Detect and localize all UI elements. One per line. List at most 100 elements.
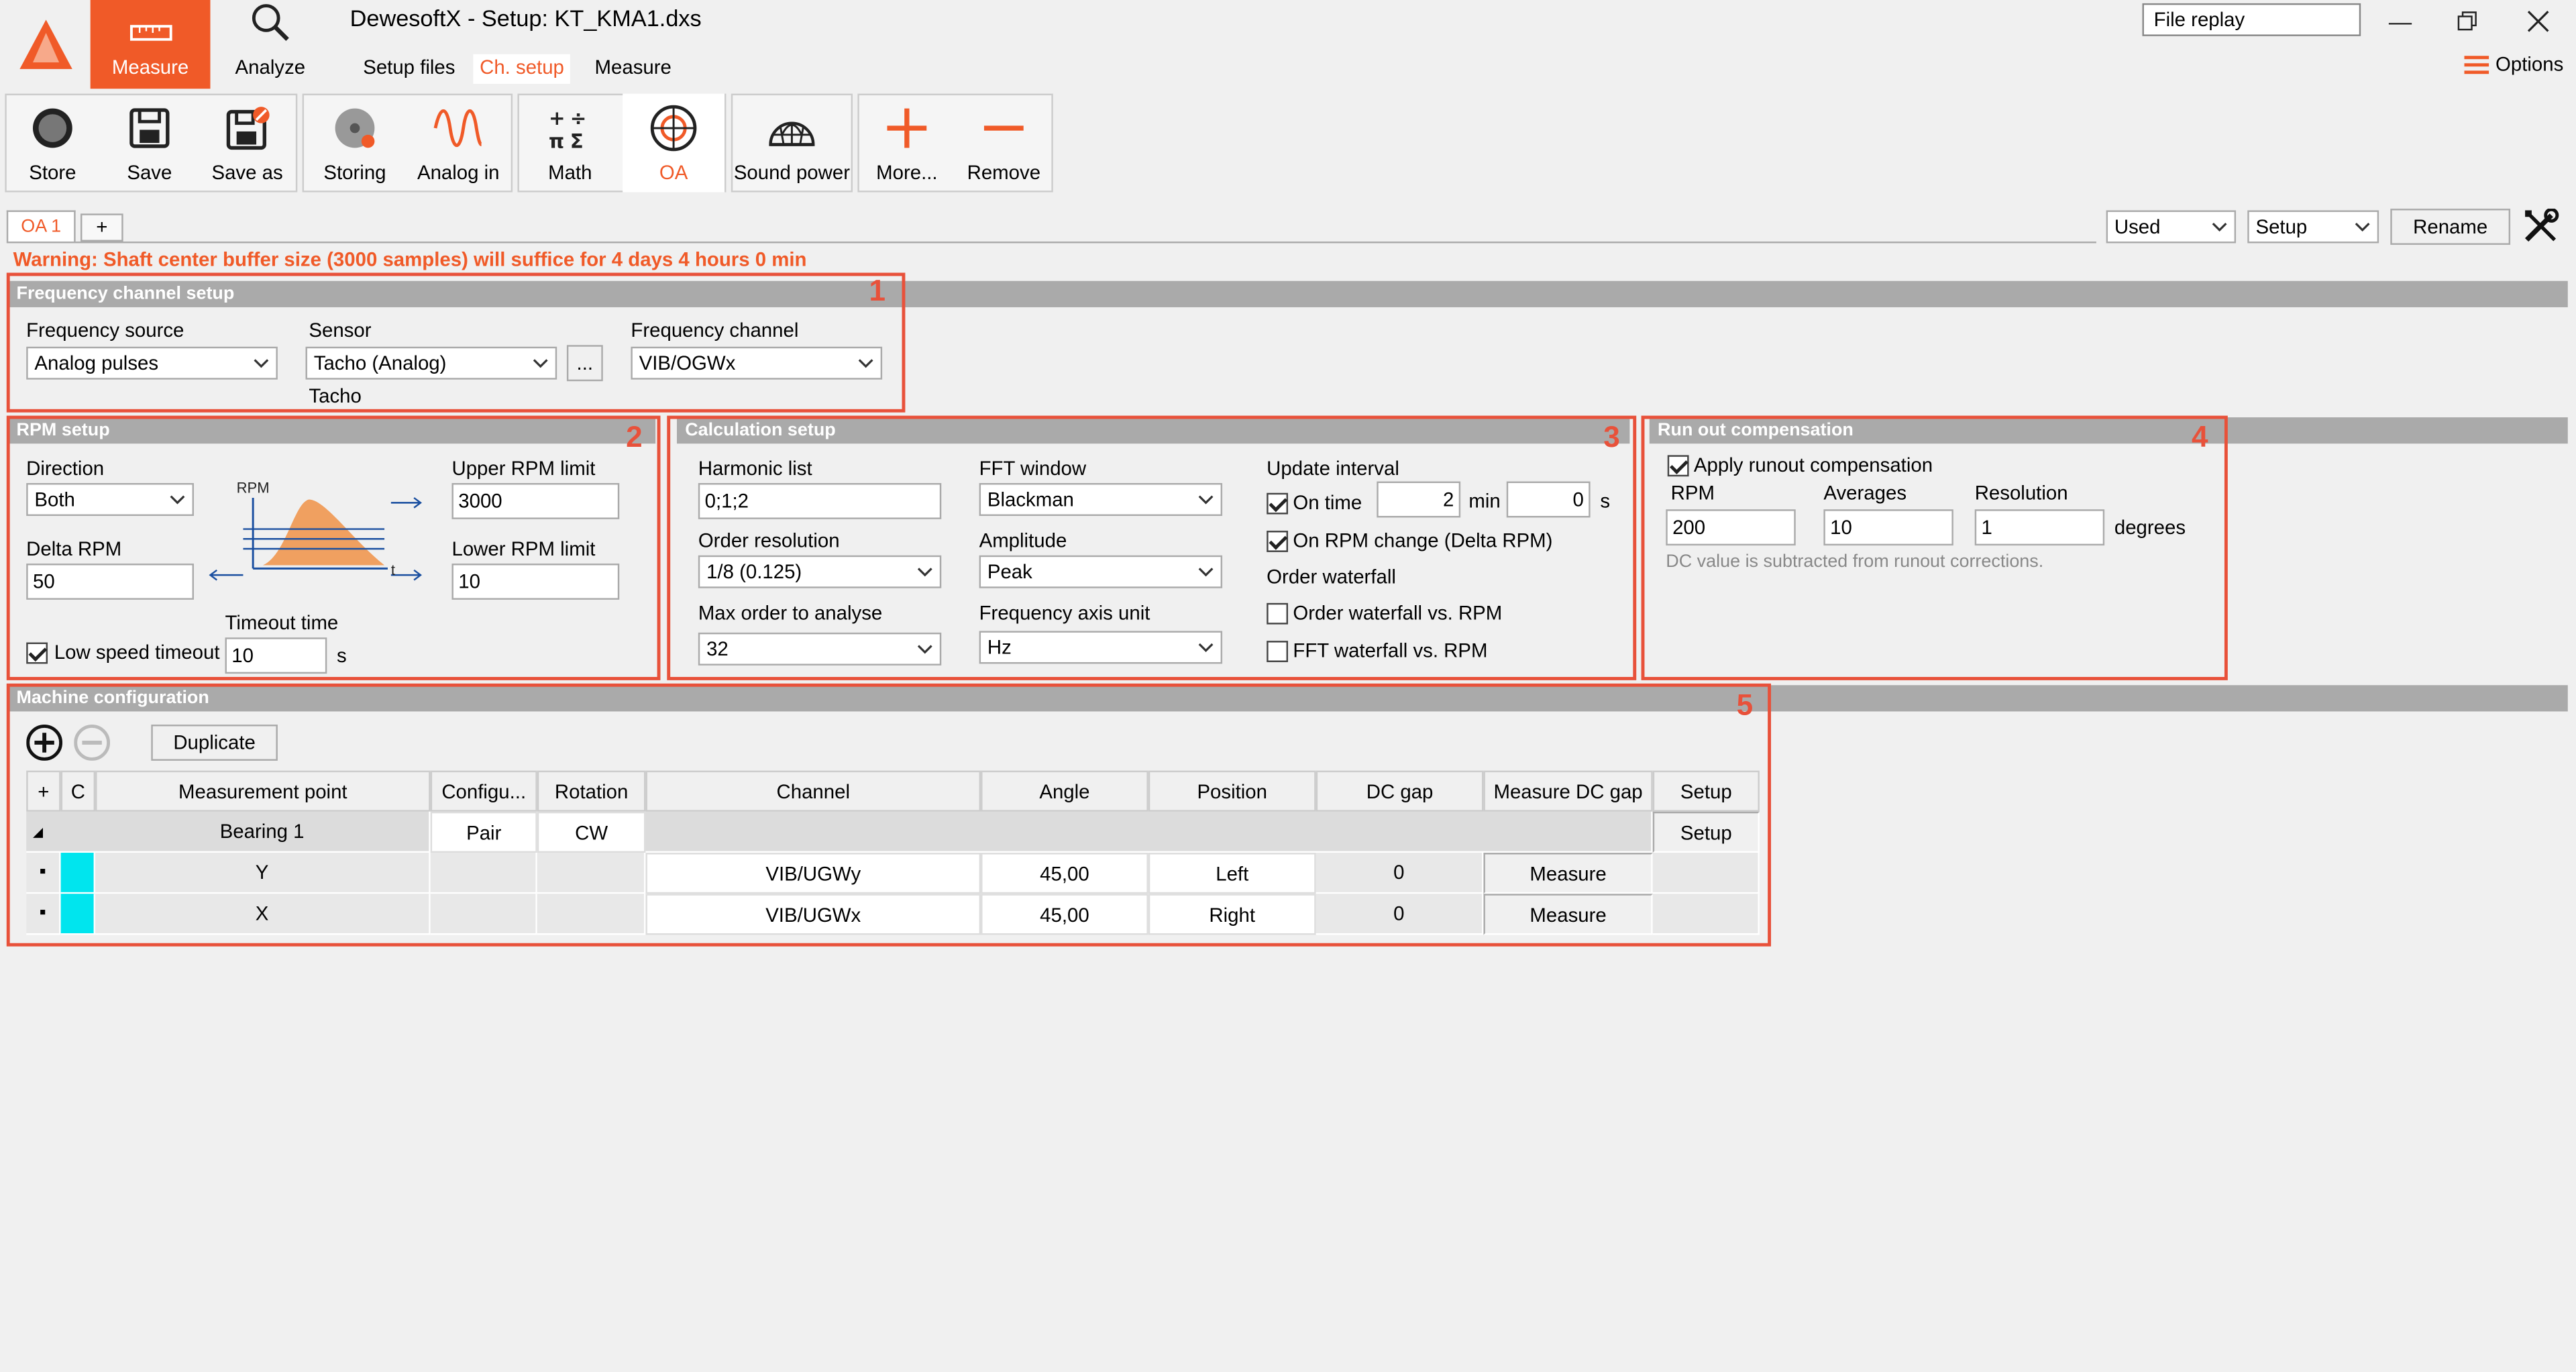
sensor-sub-label: Tacho: [309, 384, 362, 408]
fft-waterfall-rpm-checkbox[interactable]: FFT waterfall vs. RPM: [1267, 639, 1487, 662]
interval-seconds-input[interactable]: 0: [1506, 481, 1591, 518]
delta-rpm-input[interactable]: 50: [26, 564, 194, 600]
frequency-axis-value: Hz: [987, 635, 1012, 659]
setup-dropdown[interactable]: Setup: [2247, 210, 2379, 244]
table-row-point[interactable]: X: [95, 894, 431, 935]
sound-power-button[interactable]: Sound power: [733, 94, 851, 193]
tab-measure[interactable]: Measure: [588, 54, 678, 84]
measure-dc-gap-button[interactable]: Measure: [1483, 894, 1653, 935]
checkbox-unchecked-icon: [1267, 602, 1289, 624]
on-time-checkbox[interactable]: On time: [1267, 491, 1362, 515]
chevron-down-icon: [917, 639, 933, 662]
column-header-rotation[interactable]: Rotation: [537, 770, 646, 812]
averages-input[interactable]: 10: [1823, 509, 1953, 546]
on-rpm-change-checkbox[interactable]: On RPM change (Delta RPM): [1267, 529, 1552, 552]
column-header-measurement-point[interactable]: Measurement point: [95, 770, 431, 812]
save-button[interactable]: Save: [102, 94, 197, 193]
fft-waterfall-rpm-label: FFT waterfall vs. RPM: [1293, 639, 1488, 662]
column-header-position[interactable]: Position: [1148, 770, 1316, 812]
floppy-edit-icon: [224, 102, 270, 154]
direction-dropdown[interactable]: Both: [26, 483, 194, 516]
remove-button[interactable]: Remove: [956, 94, 1051, 193]
row-color-swatch[interactable]: [60, 894, 96, 935]
frequency-axis-dropdown[interactable]: Hz: [979, 631, 1223, 664]
more-button[interactable]: More...: [859, 94, 955, 193]
column-header-channel[interactable]: Channel: [645, 770, 981, 812]
sensor-dropdown[interactable]: Tacho (Analog): [305, 346, 557, 380]
table-row-position[interactable]: Left: [1148, 853, 1316, 894]
math-button[interactable]: + ÷ π Σ Math: [521, 94, 619, 193]
order-waterfall-rpm-checkbox[interactable]: Order waterfall vs. RPM: [1267, 601, 1502, 625]
table-row-point[interactable]: Y: [95, 853, 431, 894]
add-tab-button[interactable]: +: [80, 213, 123, 242]
ruler-icon: [129, 21, 172, 50]
upper-rpm-input[interactable]: 3000: [451, 483, 620, 519]
tab-ch-setup[interactable]: Ch. setup: [473, 54, 571, 84]
timeout-time-input[interactable]: 10: [225, 637, 327, 674]
fft-window-dropdown[interactable]: Blackman: [979, 483, 1223, 516]
remove-point-button[interactable]: [74, 725, 111, 761]
used-dropdown[interactable]: Used: [2106, 210, 2237, 244]
amplitude-dropdown[interactable]: Peak: [979, 555, 1223, 588]
tools-button[interactable]: [2522, 207, 2561, 245]
duplicate-button[interactable]: Duplicate: [151, 725, 278, 761]
group-setup-button[interactable]: Setup: [1652, 811, 1760, 853]
table-row-channel[interactable]: VIB/UGWy: [645, 853, 981, 894]
restore-button[interactable]: [2443, 3, 2492, 40]
column-header-plus[interactable]: +: [26, 770, 61, 812]
minimize-button[interactable]: —: [2375, 3, 2424, 40]
warning-message: Warning: Shaft center buffer size (3000 …: [13, 248, 807, 272]
store-button[interactable]: Store: [7, 94, 99, 193]
machine-table: + C Measurement point Configu... Rotatio…: [26, 770, 1760, 935]
row-color-swatch[interactable]: [60, 853, 96, 894]
table-row-angle[interactable]: 45,00: [981, 894, 1148, 935]
frequency-source-dropdown[interactable]: Analog pulses: [26, 346, 278, 380]
sensor-label: Sensor: [309, 319, 372, 342]
options-button[interactable]: Options: [2464, 52, 2563, 76]
tab-setup-files[interactable]: Setup files: [356, 54, 462, 84]
resolution-input[interactable]: 1: [1974, 509, 2105, 546]
column-header-dc-gap[interactable]: DC gap: [1316, 770, 1484, 812]
analog-in-label: Analog in: [417, 161, 500, 184]
nav-measure-button[interactable]: Measure: [90, 0, 211, 89]
column-header-color[interactable]: C: [60, 770, 96, 812]
file-replay-field[interactable]: File replay: [2142, 3, 2361, 36]
collapse-triangle-icon[interactable]: ◢: [33, 824, 43, 839]
measure-dc-gap-button[interactable]: Measure: [1483, 853, 1653, 894]
interval-minutes-input[interactable]: 2: [1377, 481, 1461, 518]
apply-runout-label: Apply runout compensation: [1693, 453, 1933, 477]
low-speed-timeout-label: Low speed timeout: [54, 641, 220, 664]
column-header-configuration[interactable]: Configu...: [430, 770, 537, 812]
harmonic-list-input[interactable]: 0;1;2: [698, 483, 942, 519]
frequency-channel-value: VIB/OGWx: [639, 352, 736, 375]
update-interval-label: Update interval: [1267, 456, 1399, 480]
group-config-cell[interactable]: Pair: [430, 811, 537, 853]
storing-button[interactable]: Storing: [306, 94, 405, 193]
close-button[interactable]: [2514, 3, 2563, 40]
add-point-button[interactable]: [26, 725, 63, 761]
table-row-channel[interactable]: VIB/UGWx: [645, 894, 981, 935]
checkbox-checked-icon: [26, 641, 48, 664]
analog-in-button[interactable]: Analog in: [407, 94, 509, 193]
order-resolution-dropdown[interactable]: 1/8 (0.125): [698, 555, 942, 588]
column-header-angle[interactable]: Angle: [981, 770, 1148, 812]
column-header-measure-dc-gap[interactable]: Measure DC gap: [1483, 770, 1653, 812]
frequency-channel-dropdown[interactable]: VIB/OGWx: [631, 346, 883, 380]
save-as-button[interactable]: Save as: [199, 94, 295, 193]
sensor-more-button[interactable]: ...: [566, 345, 603, 382]
nav-analyze-button[interactable]: Analyze: [210, 0, 330, 89]
oa-button[interactable]: OA: [623, 93, 725, 193]
lower-rpm-input[interactable]: 10: [451, 564, 620, 600]
group-rotation-cell[interactable]: CW: [537, 811, 646, 853]
rename-button[interactable]: Rename: [2390, 209, 2511, 245]
max-order-dropdown[interactable]: 32: [698, 632, 942, 666]
low-speed-timeout-checkbox[interactable]: Low speed timeout: [26, 641, 220, 664]
apply-runout-checkbox[interactable]: Apply runout compensation: [1667, 453, 1933, 477]
group-name-cell[interactable]: Bearing 1: [95, 811, 431, 853]
table-row-position[interactable]: Right: [1148, 894, 1316, 935]
runout-rpm-input[interactable]: 200: [1666, 509, 1796, 546]
column-header-setup[interactable]: Setup: [1652, 770, 1760, 812]
table-row-angle[interactable]: 45,00: [981, 853, 1148, 894]
tab-oa-1[interactable]: OA 1: [6, 210, 76, 242]
close-icon: [2527, 11, 2549, 32]
